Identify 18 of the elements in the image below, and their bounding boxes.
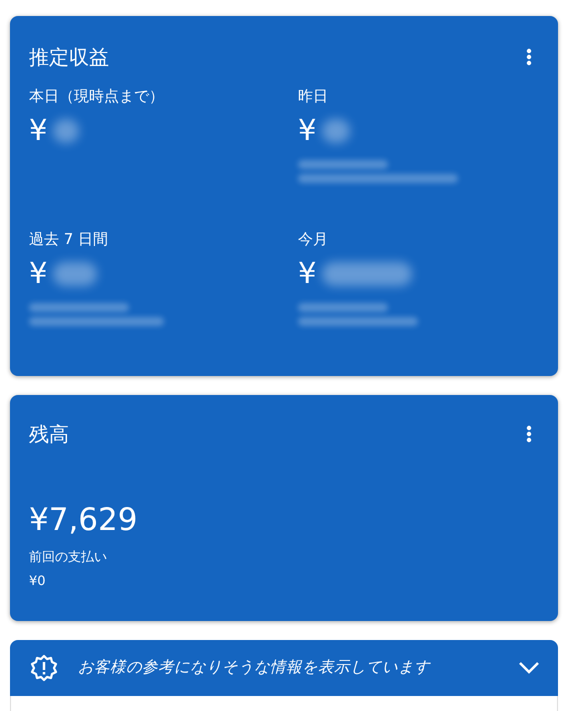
last-payment-label: 前回の支払い (29, 548, 107, 566)
card-title: 推定収益 (29, 44, 109, 71)
card-title: 残高 (29, 421, 69, 448)
info-banner[interactable]: お客様の参考になりそうな情報を表示しています (10, 640, 558, 696)
last-payment-amount: ¥0 (29, 572, 46, 590)
more-vertical-icon (526, 48, 532, 66)
metric-label: 昨日 (298, 86, 328, 107)
currency-symbol: ¥ (29, 112, 48, 149)
more-vertical-icon (526, 425, 532, 443)
metric-label: 過去 7 日間 (29, 229, 108, 250)
metric-label: 本日（現時点まで） (29, 86, 164, 107)
balance-amount: ¥7,629 (29, 501, 138, 540)
currency-symbol: ¥ (298, 112, 316, 149)
alert-icon (30, 654, 58, 682)
currency-symbol: ¥ (298, 255, 316, 292)
metric-label: 今月 (298, 229, 328, 250)
banner-text: お客様の参考になりそうな情報を表示しています (78, 657, 432, 678)
currency-symbol: ¥ (29, 255, 48, 292)
